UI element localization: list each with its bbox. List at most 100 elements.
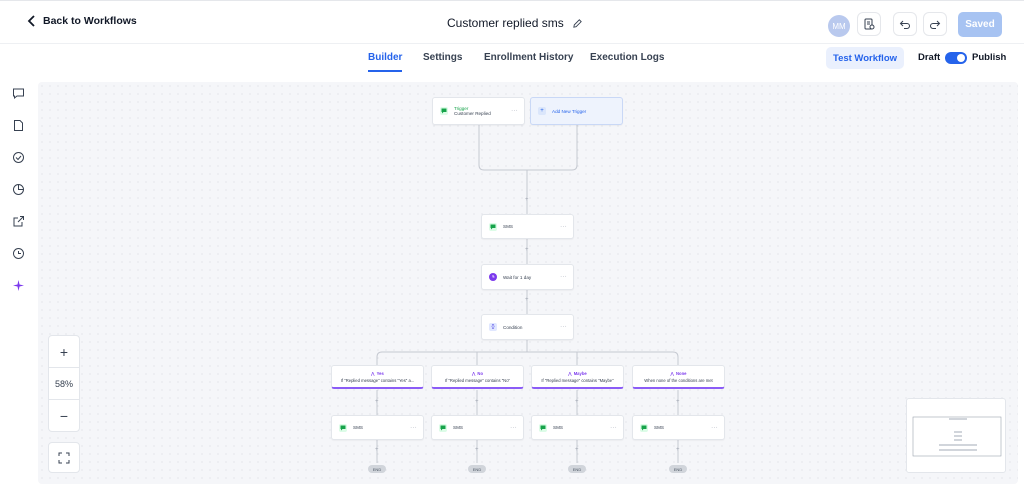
branch-description: If "Replied message" contains "Maybe" bbox=[541, 378, 614, 383]
publish-toggle[interactable] bbox=[945, 52, 967, 64]
sms-node[interactable]: SMS ··· bbox=[481, 214, 574, 239]
avatar[interactable]: MM bbox=[828, 15, 850, 37]
zoom-controls: + 58% − bbox=[48, 335, 80, 432]
sms-label: SMS bbox=[654, 425, 664, 430]
end-marker: END bbox=[468, 465, 486, 473]
zoom-out-button[interactable]: − bbox=[49, 400, 79, 432]
draft-label: Draft bbox=[918, 52, 941, 63]
pie-chart-icon[interactable] bbox=[11, 182, 26, 197]
back-label: Back to Workflows bbox=[43, 15, 137, 27]
node-menu-icon[interactable]: ··· bbox=[511, 108, 518, 114]
condition-label: Condition bbox=[503, 324, 523, 330]
left-sidebar bbox=[0, 74, 36, 486]
node-menu-icon[interactable]: ··· bbox=[510, 425, 517, 431]
zoom-level: 58% bbox=[49, 368, 79, 400]
branch-sms-node[interactable]: SMS ··· bbox=[632, 415, 725, 440]
add-step-plus[interactable]: + bbox=[525, 247, 529, 253]
branch-sms-node[interactable]: SMS ··· bbox=[431, 415, 524, 440]
undo-icon bbox=[899, 20, 910, 29]
workflow-title-text: Customer replied sms bbox=[447, 16, 564, 30]
add-step-plus[interactable]: + bbox=[575, 399, 579, 405]
sms-label: SMS bbox=[353, 425, 363, 430]
node-menu-icon[interactable]: ··· bbox=[711, 425, 718, 431]
ai-sparkle-icon[interactable] bbox=[11, 278, 26, 293]
end-marker: END bbox=[669, 465, 687, 473]
trigger-node[interactable]: Trigger Customer Replied ··· bbox=[432, 97, 525, 125]
branch-description: If "Replied message" contains "Yes" a... bbox=[340, 378, 415, 383]
sms-icon bbox=[339, 423, 347, 432]
add-step-plus[interactable]: + bbox=[375, 399, 379, 405]
sms-label: SMS bbox=[553, 425, 563, 430]
add-step-plus[interactable]: + bbox=[676, 399, 680, 405]
add-step-plus[interactable]: + bbox=[375, 447, 379, 453]
redo-icon bbox=[930, 20, 941, 29]
branch-sms-node[interactable]: SMS ··· bbox=[331, 415, 424, 440]
add-step-plus[interactable]: + bbox=[525, 197, 529, 203]
branch-label: None bbox=[675, 371, 687, 376]
chat-icon[interactable] bbox=[11, 86, 26, 101]
top-bar: Back to Workflows Customer replied sms M… bbox=[0, 0, 1024, 44]
end-marker: END bbox=[568, 465, 586, 473]
trigger-text: Trigger Customer Replied bbox=[454, 106, 491, 116]
add-step-plus[interactable]: + bbox=[575, 447, 579, 453]
zoom-in-button[interactable]: + bbox=[49, 336, 79, 368]
branch-maybe[interactable]: ⋀ Maybe If "Replied message" contains "Ma… bbox=[531, 365, 624, 389]
document-gear-icon bbox=[864, 18, 875, 30]
end-marker: END bbox=[368, 465, 386, 473]
document-settings-button[interactable] bbox=[857, 12, 881, 36]
sms-icon bbox=[640, 423, 648, 432]
branch-label: No bbox=[477, 371, 484, 376]
redo-button[interactable] bbox=[923, 12, 947, 36]
node-menu-icon[interactable]: ··· bbox=[560, 274, 567, 280]
node-menu-icon[interactable]: ··· bbox=[410, 425, 417, 431]
add-step-plus[interactable]: + bbox=[676, 447, 680, 453]
wait-label: Wait for 1 day bbox=[503, 274, 532, 280]
chat-bubble-icon bbox=[440, 107, 448, 115]
sms-label: SMS bbox=[453, 425, 463, 430]
branch-none[interactable]: ⋀ None When none of the conditions are me… bbox=[632, 365, 725, 389]
pencil-icon[interactable] bbox=[572, 18, 583, 29]
history-icon[interactable] bbox=[11, 246, 26, 261]
tab-settings[interactable]: Settings bbox=[423, 52, 462, 63]
minimap[interactable] bbox=[906, 398, 1006, 473]
branch-icon: ⋀ bbox=[471, 371, 476, 376]
tab-enrollment-history[interactable]: Enrollment History bbox=[484, 52, 573, 63]
branch-label: Maybe bbox=[573, 371, 587, 376]
saved-button[interactable]: Saved bbox=[958, 12, 1002, 37]
undo-button[interactable] bbox=[893, 12, 917, 36]
tab-builder[interactable]: Builder bbox=[368, 52, 403, 72]
tab-execution-logs[interactable]: Execution Logs bbox=[590, 52, 664, 63]
check-circle-icon[interactable] bbox=[11, 150, 26, 165]
branch-description: If "Replied message" contains "No" bbox=[444, 378, 511, 383]
branch-icon: ⋀ bbox=[371, 371, 375, 376]
branch-sms-node[interactable]: SMS ··· bbox=[531, 415, 624, 440]
add-new-trigger-node[interactable]: + Add New Trigger bbox=[530, 97, 623, 125]
branch-no[interactable]: ⋀ No If "Replied message" contains "No" bbox=[431, 365, 524, 389]
add-step-plus[interactable]: + bbox=[525, 297, 529, 303]
node-menu-icon[interactable]: ··· bbox=[560, 324, 567, 330]
document-icon[interactable] bbox=[11, 118, 26, 133]
branch-yes[interactable]: ⋀ Yes If "Replied message" contains "Yes"… bbox=[331, 365, 424, 389]
trigger-subtitle: Customer Replied bbox=[454, 111, 491, 116]
minimap-preview bbox=[912, 416, 1002, 457]
sms-label: SMS bbox=[503, 224, 513, 229]
fit-view-button[interactable] bbox=[48, 442, 80, 473]
branch-icon: ⋀ bbox=[568, 371, 572, 376]
workflow-title[interactable]: Customer replied sms bbox=[447, 16, 583, 30]
sms-icon bbox=[439, 423, 447, 432]
node-menu-icon[interactable]: ··· bbox=[610, 425, 617, 431]
branch-icon: ⋀ bbox=[670, 371, 674, 376]
test-workflow-button[interactable]: Test Workflow bbox=[826, 47, 904, 69]
wait-node[interactable]: Wait for 1 day ··· bbox=[481, 264, 574, 290]
sms-icon bbox=[489, 222, 497, 231]
condition-node[interactable]: {} Condition ··· bbox=[481, 314, 574, 340]
branch-description: When none of the conditions are met bbox=[644, 378, 713, 383]
external-link-icon[interactable] bbox=[11, 214, 26, 229]
add-step-plus[interactable]: + bbox=[475, 447, 479, 453]
node-menu-icon[interactable]: ··· bbox=[560, 224, 567, 230]
plus-icon: + bbox=[538, 107, 546, 115]
chevron-left-icon bbox=[27, 15, 35, 27]
back-to-workflows-link[interactable]: Back to Workflows bbox=[27, 15, 137, 27]
add-step-plus[interactable]: + bbox=[475, 399, 479, 405]
publish-label: Publish bbox=[972, 52, 1007, 63]
